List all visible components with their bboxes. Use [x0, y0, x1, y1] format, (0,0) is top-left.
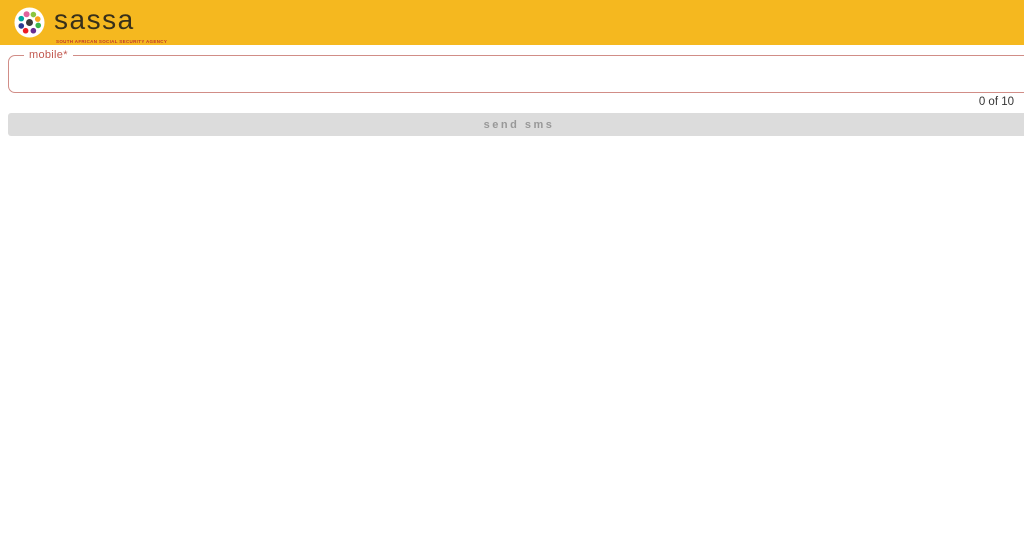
- mobile-field: mobile*: [8, 49, 1024, 93]
- brand-block: sassa SOUTH AFRICAN SOCIAL SECURITY AGEN…: [54, 3, 255, 44]
- char-counter: 0 of 10: [978, 96, 1014, 108]
- mobile-field-label: mobile*: [29, 49, 68, 61]
- sms-form: mobile* 0 of 10 send sms: [0, 49, 1024, 136]
- brand-subtitle-wrap: SOUTH AFRICAN SOCIAL SECURITY AGENCY: [56, 33, 255, 44]
- sassa-logo-icon: [14, 7, 45, 38]
- mobile-input[interactable]: [21, 61, 999, 85]
- brand-subtitle: SOUTH AFRICAN SOCIAL SECURITY AGENCY: [56, 38, 168, 44]
- header: sassa SOUTH AFRICAN SOCIAL SECURITY AGEN…: [0, 0, 1024, 45]
- brand-title: sassa: [54, 3, 135, 35]
- send-sms-button[interactable]: send sms: [8, 113, 1024, 136]
